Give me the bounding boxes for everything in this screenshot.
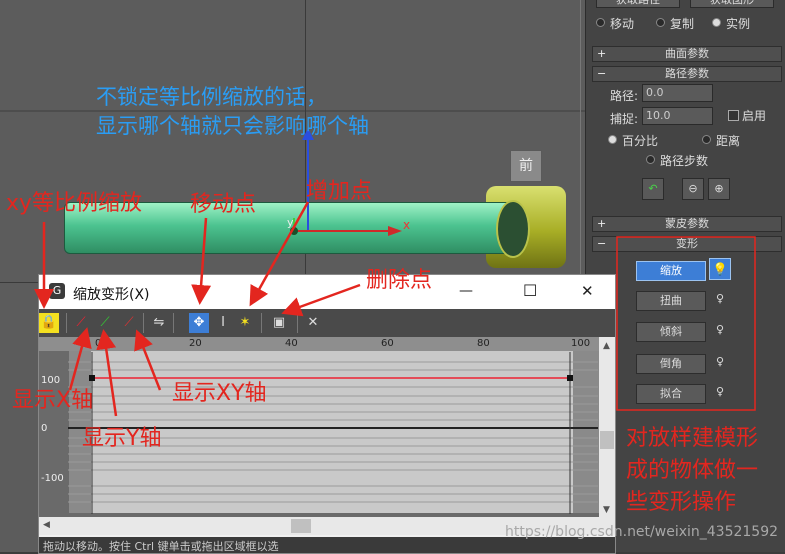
annotation-move-point: 移动点: [190, 192, 257, 217]
annotation-delete-point: 删除点: [366, 268, 433, 293]
annotation-show-x: 显示X轴: [12, 388, 94, 413]
deform-highlight-box: [616, 236, 756, 411]
watermark: https://blog.csdn.net/weixin_43521592: [505, 524, 779, 540]
annotation-right-line3: 些变形操作: [626, 490, 737, 515]
annotation-right-line2: 成的物体做一: [626, 458, 759, 483]
annotation-blue-line2: 显示哪个轴就只会影响哪个轴: [96, 114, 369, 138]
curve-control-point-end[interactable]: [567, 375, 573, 381]
annotation-xy-lock: xy等比例缩放: [6, 191, 143, 216]
annotation-show-xy: 显示XY轴: [172, 381, 267, 406]
annotation-blue-line1: 不锁定等比例缩放的话，: [96, 85, 327, 109]
annotation-right-line1: 对放样建模形: [626, 426, 759, 451]
curve-control-point-start[interactable]: [89, 375, 95, 381]
annotation-show-y: 显示Y轴: [82, 426, 162, 451]
annotation-add-point: 增加点: [306, 179, 373, 204]
gizmo-x-arrow: [388, 226, 402, 236]
